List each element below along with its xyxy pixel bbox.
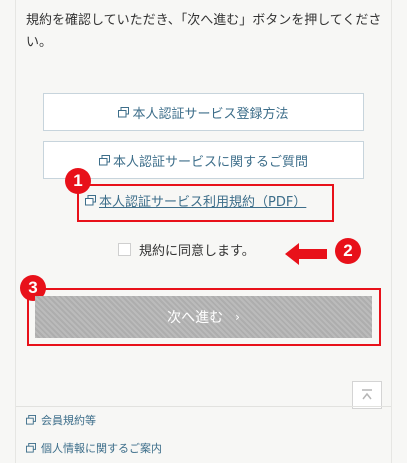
external-window-icon — [26, 443, 36, 453]
registration-method-label: 本人認証サービス登録方法 — [132, 106, 289, 122]
page-right-edge — [391, 0, 392, 463]
registration-method-button[interactable]: 本人認証サービス登録方法 — [43, 93, 364, 131]
agreement-label[interactable]: 規約に同意します。 — [139, 240, 255, 259]
faq-label: 本人認証サービスに関するご質問 — [112, 154, 308, 170]
terms-pdf-label: 本人認証サービス利用規約（PDF） — [99, 195, 307, 210]
footer-divider — [16, 406, 391, 407]
faq-button[interactable]: 本人認証サービスに関するご質問 — [43, 141, 364, 179]
left-arrow-icon — [285, 243, 327, 265]
external-window-icon — [118, 106, 130, 118]
next-button[interactable]: 次へ進む › — [35, 296, 372, 338]
footer-member-terms-label: 会員規約等 — [41, 414, 96, 427]
next-button-label: 次へ進む — [167, 310, 224, 326]
terms-pdf-link[interactable]: 本人認証サービス利用規約（PDF） — [85, 191, 306, 210]
external-window-icon — [26, 415, 36, 425]
footer-link-member-terms[interactable]: 会員規約等 — [26, 412, 96, 428]
external-window-icon — [85, 195, 96, 206]
page-left-edge — [15, 0, 16, 463]
footer-privacy-label: 個人情報に関するご案内 — [41, 442, 162, 455]
instruction-text: 規約を確認していただき、「次へ進む」ボタンを押してください。 — [26, 13, 382, 50]
scroll-top-icon — [362, 389, 372, 400]
annotation-badge-2: 2 — [335, 238, 361, 264]
footer-link-privacy[interactable]: 個人情報に関するご案内 — [26, 440, 162, 456]
agreement-row: 規約に同意します。 — [118, 240, 255, 259]
external-window-icon — [98, 154, 110, 166]
chevron-right-icon: › — [235, 310, 240, 324]
agreement-checkbox[interactable] — [118, 243, 131, 256]
scroll-top-button[interactable] — [352, 381, 382, 409]
